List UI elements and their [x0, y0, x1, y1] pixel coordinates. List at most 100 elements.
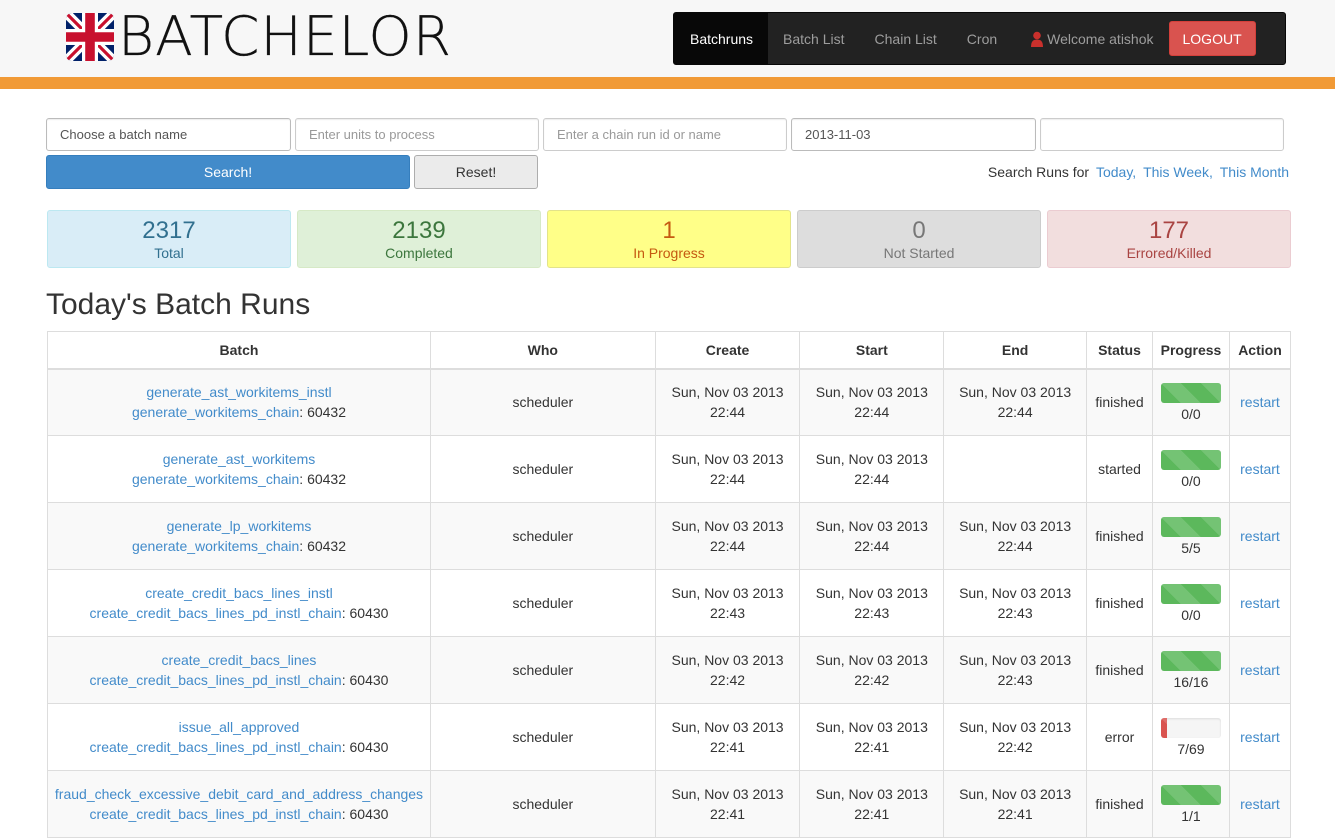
- batch-link[interactable]: generate_lp_workitems: [167, 518, 312, 534]
- search-button[interactable]: Search!: [46, 155, 410, 189]
- progress-bar-fill: [1160, 717, 1167, 738]
- restart-link[interactable]: restart: [1240, 528, 1280, 544]
- cell-end: Sun, Nov 03 2013 22:41: [943, 770, 1088, 838]
- cell-batch: generate_lp_workitems generate_workitems_…: [47, 502, 431, 570]
- user-menu[interactable]: Welcome atishok: [1012, 13, 1168, 64]
- logo[interactable]: BATCHELOR: [66, 9, 451, 64]
- chain-run-id: : 60430: [341, 806, 389, 822]
- progress-text: 1/1: [1181, 807, 1201, 824]
- start-time: 22:44: [854, 471, 890, 487]
- stat-in-progress[interactable]: 1 In Progress: [547, 210, 791, 268]
- table-row: generate_ast_workitems_instl generate_wor…: [47, 368, 1292, 436]
- link-today[interactable]: Today,: [1096, 164, 1136, 180]
- progress-bar-fill: [1160, 784, 1221, 805]
- header-status: Status: [1086, 331, 1153, 370]
- batch-link[interactable]: create_credit_bacs_lines: [162, 652, 317, 668]
- batch-name-select[interactable]: Choose a batch name: [46, 118, 291, 151]
- nav-chain-list[interactable]: Chain List: [860, 13, 952, 64]
- stat-total-value: 2317: [142, 217, 196, 244]
- restart-link[interactable]: restart: [1240, 662, 1280, 678]
- cell-end: Sun, Nov 03 2013 22:44: [943, 368, 1088, 436]
- header-action: Action: [1228, 331, 1292, 370]
- date-input[interactable]: 2013-11-03: [791, 118, 1036, 151]
- create-time: 22:44: [710, 538, 746, 554]
- stat-errored[interactable]: 177 Errored/Killed: [1047, 210, 1291, 268]
- cell-action: restart: [1228, 569, 1292, 637]
- restart-link[interactable]: restart: [1240, 729, 1280, 745]
- logo-text: BATCHELOR: [118, 5, 453, 68]
- chain-link[interactable]: create_credit_bacs_lines_pd_instl_chain: [90, 806, 342, 822]
- batch-link[interactable]: create_credit_bacs_lines_instl: [145, 585, 333, 601]
- header-end: End: [943, 331, 1088, 370]
- stat-completed[interactable]: 2139 Completed: [297, 210, 541, 268]
- logout-button[interactable]: LOGOUT: [1168, 21, 1256, 56]
- cell-start: Sun, Nov 03 2013 22:41: [799, 770, 945, 838]
- nav-batchruns[interactable]: Batchruns: [674, 13, 769, 64]
- chain-link[interactable]: generate_workitems_chain: [132, 404, 299, 420]
- cell-status: finished: [1086, 502, 1153, 570]
- stat-errored-label: Errored/Killed: [1126, 245, 1212, 261]
- chain-link[interactable]: generate_workitems_chain: [132, 538, 299, 554]
- progress-text: 7/69: [1177, 740, 1205, 757]
- create-date: Sun, Nov 03 2013: [671, 585, 784, 601]
- welcome-text: Welcome atishok: [1047, 30, 1154, 47]
- chain-run-input[interactable]: Enter a chain run id or name: [543, 118, 787, 151]
- cell-who: scheduler: [429, 435, 656, 503]
- cell-progress: 5/5: [1151, 502, 1230, 570]
- progress-text: 0/0: [1181, 472, 1201, 489]
- batch-link[interactable]: generate_ast_workitems_instl: [146, 384, 331, 400]
- cell-start: Sun, Nov 03 2013 22:43: [799, 569, 945, 637]
- restart-link[interactable]: restart: [1240, 595, 1280, 611]
- cell-end: [943, 435, 1088, 503]
- chain-run-id: : 60432: [299, 404, 347, 421]
- batch-link[interactable]: generate_ast_workitems: [163, 451, 316, 467]
- cell-end: Sun, Nov 03 2013 22:42: [943, 703, 1088, 771]
- link-this-week[interactable]: This Week,: [1143, 164, 1213, 180]
- chain-link[interactable]: create_credit_bacs_lines_pd_instl_chain: [90, 672, 342, 688]
- batch-link[interactable]: fraud_check_excessive_debit_card_and_add…: [55, 786, 423, 802]
- restart-link[interactable]: restart: [1240, 461, 1280, 477]
- progress-bar: [1160, 382, 1221, 403]
- header-who: Who: [429, 331, 656, 370]
- table-header-row: Batch Who Create Start End Status Progre…: [47, 331, 1292, 370]
- user-icon: [1030, 31, 1044, 47]
- progress-bar-fill: [1160, 382, 1221, 403]
- cell-start: Sun, Nov 03 2013 22:44: [799, 368, 945, 436]
- end-date: Sun, Nov 03 2013: [959, 719, 1072, 735]
- link-this-month[interactable]: This Month: [1220, 164, 1289, 180]
- cell-status: finished: [1086, 770, 1153, 838]
- header: BATCHELOR Batchruns Batch List Chain Lis…: [0, 0, 1335, 77]
- units-input[interactable]: Enter units to process: [295, 118, 539, 151]
- reset-button[interactable]: Reset!: [414, 155, 538, 189]
- stat-not-started[interactable]: 0 Not Started: [797, 210, 1041, 268]
- start-date: Sun, Nov 03 2013: [815, 719, 928, 735]
- nav-batch-list[interactable]: Batch List: [768, 13, 859, 64]
- table-row: generate_lp_workitems generate_workitems_…: [47, 502, 1292, 570]
- cell-create: Sun, Nov 03 2013 22:44: [654, 368, 801, 436]
- batch-link[interactable]: issue_all_approved: [179, 719, 300, 735]
- stat-total[interactable]: 2317 Total: [47, 210, 291, 268]
- restart-link[interactable]: restart: [1240, 796, 1280, 812]
- nav-cron[interactable]: Cron: [952, 13, 1012, 64]
- cell-action: restart: [1228, 435, 1292, 503]
- create-time: 22:41: [710, 806, 746, 822]
- end-date-input[interactable]: [1040, 118, 1284, 151]
- cell-end: Sun, Nov 03 2013 22:44: [943, 502, 1088, 570]
- chain-run-id: : 60432: [299, 538, 347, 554]
- cell-action: restart: [1228, 636, 1292, 704]
- create-date: Sun, Nov 03 2013: [671, 451, 784, 467]
- chain-link[interactable]: create_credit_bacs_lines_pd_instl_chain: [90, 605, 342, 621]
- create-date: Sun, Nov 03 2013: [671, 786, 784, 802]
- restart-link[interactable]: restart: [1240, 394, 1280, 410]
- chain-link[interactable]: generate_workitems_chain: [132, 471, 299, 487]
- table-row: create_credit_bacs_lines_instl create_cre…: [47, 569, 1292, 637]
- stat-not-started-value: 0: [912, 217, 926, 244]
- header-create: Create: [654, 331, 801, 370]
- end-time: 22:41: [997, 806, 1033, 822]
- header-progress: Progress: [1151, 331, 1230, 370]
- start-date: Sun, Nov 03 2013: [815, 585, 928, 601]
- create-time: 22:44: [710, 404, 746, 421]
- chain-link[interactable]: create_credit_bacs_lines_pd_instl_chain: [90, 739, 342, 755]
- cell-who: scheduler: [429, 770, 656, 838]
- stat-errored-value: 177: [1148, 217, 1190, 244]
